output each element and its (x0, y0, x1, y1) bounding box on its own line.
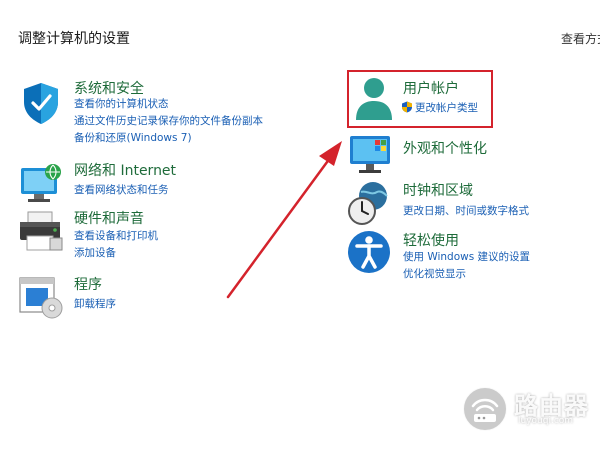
router-logo-icon (462, 386, 508, 432)
watermark-url: luyouqi.com (518, 416, 574, 426)
watermark: 路由器 luyouqi.com (458, 384, 598, 434)
red-annotation-arrow (226, 141, 342, 299)
